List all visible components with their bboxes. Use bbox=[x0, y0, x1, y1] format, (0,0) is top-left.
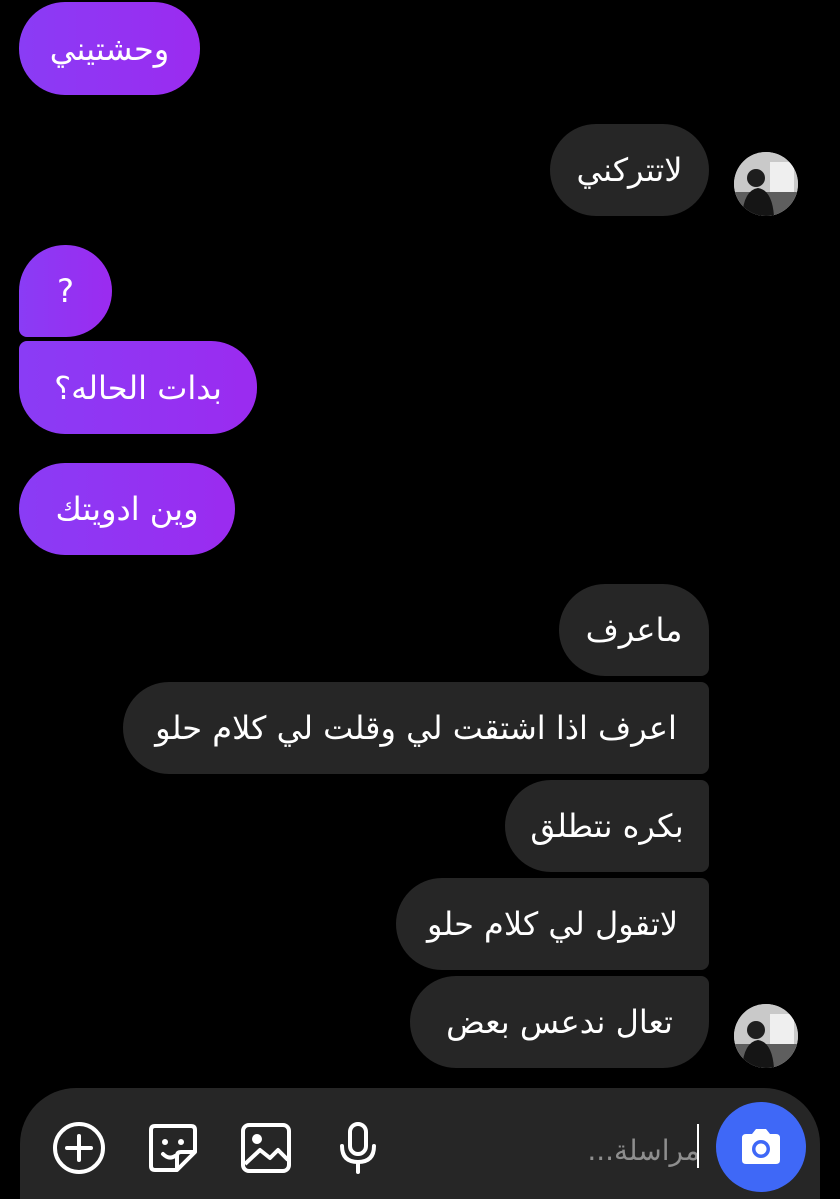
gallery-icon bbox=[241, 1123, 291, 1173]
microphone-icon bbox=[340, 1122, 376, 1174]
add-icon bbox=[53, 1122, 105, 1174]
message-text: لاتتركني bbox=[576, 151, 683, 189]
message-text: وين ادويتك bbox=[55, 490, 199, 528]
avatar-photo-icon bbox=[734, 152, 798, 216]
message-text: ? bbox=[57, 272, 74, 310]
message-input[interactable]: مراسلة... bbox=[560, 1128, 700, 1172]
message-text: ماعرف bbox=[585, 611, 683, 649]
add-button[interactable] bbox=[47, 1116, 111, 1180]
camera-icon bbox=[742, 1129, 780, 1164]
message-bubble-incoming[interactable]: ماعرف bbox=[559, 584, 709, 676]
message-text: بكره نتطلق bbox=[530, 807, 684, 845]
camera-button[interactable] bbox=[716, 1102, 806, 1192]
message-bubble-outgoing[interactable]: بدات الحاله؟ bbox=[19, 341, 257, 434]
message-bubble-incoming[interactable]: بكره نتطلق bbox=[505, 780, 709, 872]
sticker-icon bbox=[149, 1124, 197, 1172]
message-bubble-incoming[interactable]: اعرف اذا اشتقت لي وقلت لي كلام حلو bbox=[123, 682, 709, 774]
message-composer bbox=[20, 1088, 820, 1199]
message-bubble-outgoing[interactable]: وين ادويتك bbox=[19, 463, 235, 555]
sticker-button[interactable] bbox=[141, 1116, 205, 1180]
message-bubble-outgoing[interactable]: ? bbox=[19, 245, 112, 337]
text-cursor bbox=[697, 1124, 699, 1168]
contact-avatar[interactable] bbox=[734, 152, 798, 216]
message-text: وحشتيني bbox=[49, 29, 170, 68]
voice-button[interactable] bbox=[326, 1116, 390, 1180]
message-bubble-incoming[interactable]: تعال ندعس بعض bbox=[410, 976, 709, 1068]
message-bubble-incoming[interactable]: لاتتركني bbox=[550, 124, 709, 216]
avatar-photo-icon bbox=[734, 1004, 798, 1068]
message-text: لاتقول لي كلام حلو bbox=[426, 905, 679, 943]
contact-avatar[interactable] bbox=[734, 1004, 798, 1068]
gallery-button[interactable] bbox=[234, 1116, 298, 1180]
message-text: اعرف اذا اشتقت لي وقلت لي كلام حلو bbox=[155, 709, 677, 747]
message-text: بدات الحاله؟ bbox=[54, 368, 222, 407]
message-bubble-incoming[interactable]: لاتقول لي كلام حلو bbox=[396, 878, 709, 970]
message-bubble-outgoing[interactable]: وحشتيني bbox=[19, 2, 200, 95]
message-input-placeholder: مراسلة... bbox=[587, 1133, 700, 1167]
message-text: تعال ندعس بعض bbox=[446, 1003, 673, 1041]
